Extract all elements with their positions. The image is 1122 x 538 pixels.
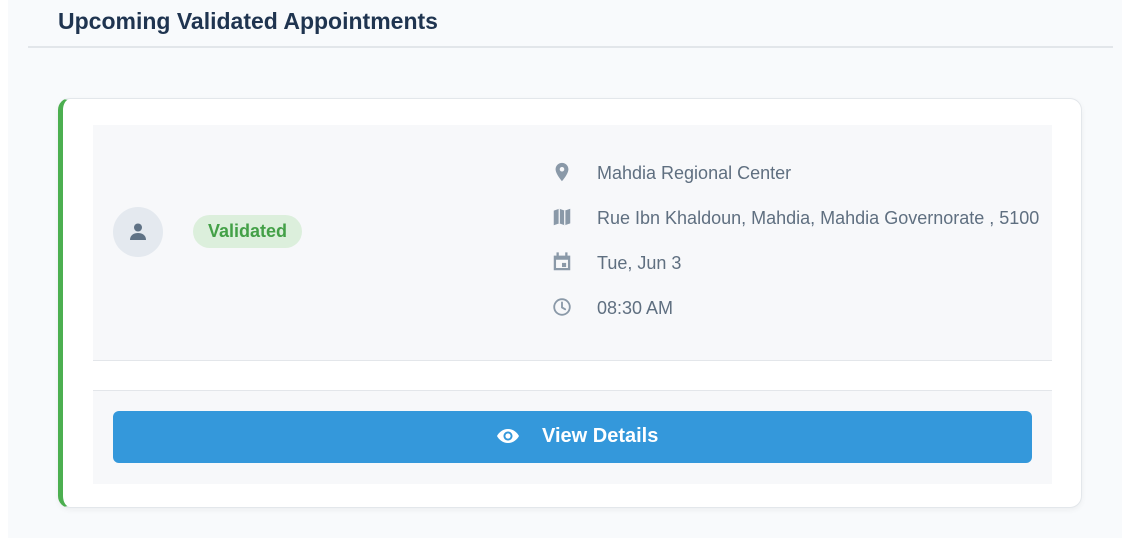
time-text: 08:30 AM	[597, 298, 674, 318]
clock-icon	[553, 298, 571, 316]
avatar	[113, 207, 163, 257]
calendar-icon	[553, 252, 571, 271]
view-details-button[interactable]: View Details	[113, 411, 1032, 463]
address-text: Rue Ibn Khaldoun, Mahdia, Mahdia Governo…	[597, 208, 1040, 228]
appointment-card-footer: View Details	[93, 390, 1052, 484]
time-row: 08:30 AM	[551, 294, 1051, 339]
section-header: Upcoming Validated Appointments	[28, 0, 1113, 48]
location-name: Mahdia Regional Center	[597, 163, 792, 183]
map-icon	[553, 208, 571, 226]
status-badge: Validated	[193, 215, 303, 248]
appointment-details: Mahdia Regional Center Rue Ibn Khaldoun,…	[551, 159, 1051, 339]
person-icon	[130, 223, 146, 240]
page: Upcoming Validated Appointments Validate…	[8, 0, 1122, 538]
view-details-label: View Details	[542, 425, 659, 447]
location-pin-icon	[555, 162, 569, 182]
appointment-card-body: Validated Mahdia Regional Center Rue Ibn…	[93, 125, 1052, 361]
page-title: Upcoming Validated Appointments	[58, 8, 438, 34]
location-row: Mahdia Regional Center	[551, 159, 1051, 204]
date-text: Tue, Jun 3	[597, 253, 682, 273]
date-row: Tue, Jun 3	[551, 249, 1051, 294]
eye-icon	[497, 429, 519, 443]
address-row: Rue Ibn Khaldoun, Mahdia, Mahdia Governo…	[551, 204, 1051, 249]
appointment-card: Validated Mahdia Regional Center Rue Ibn…	[58, 98, 1082, 508]
